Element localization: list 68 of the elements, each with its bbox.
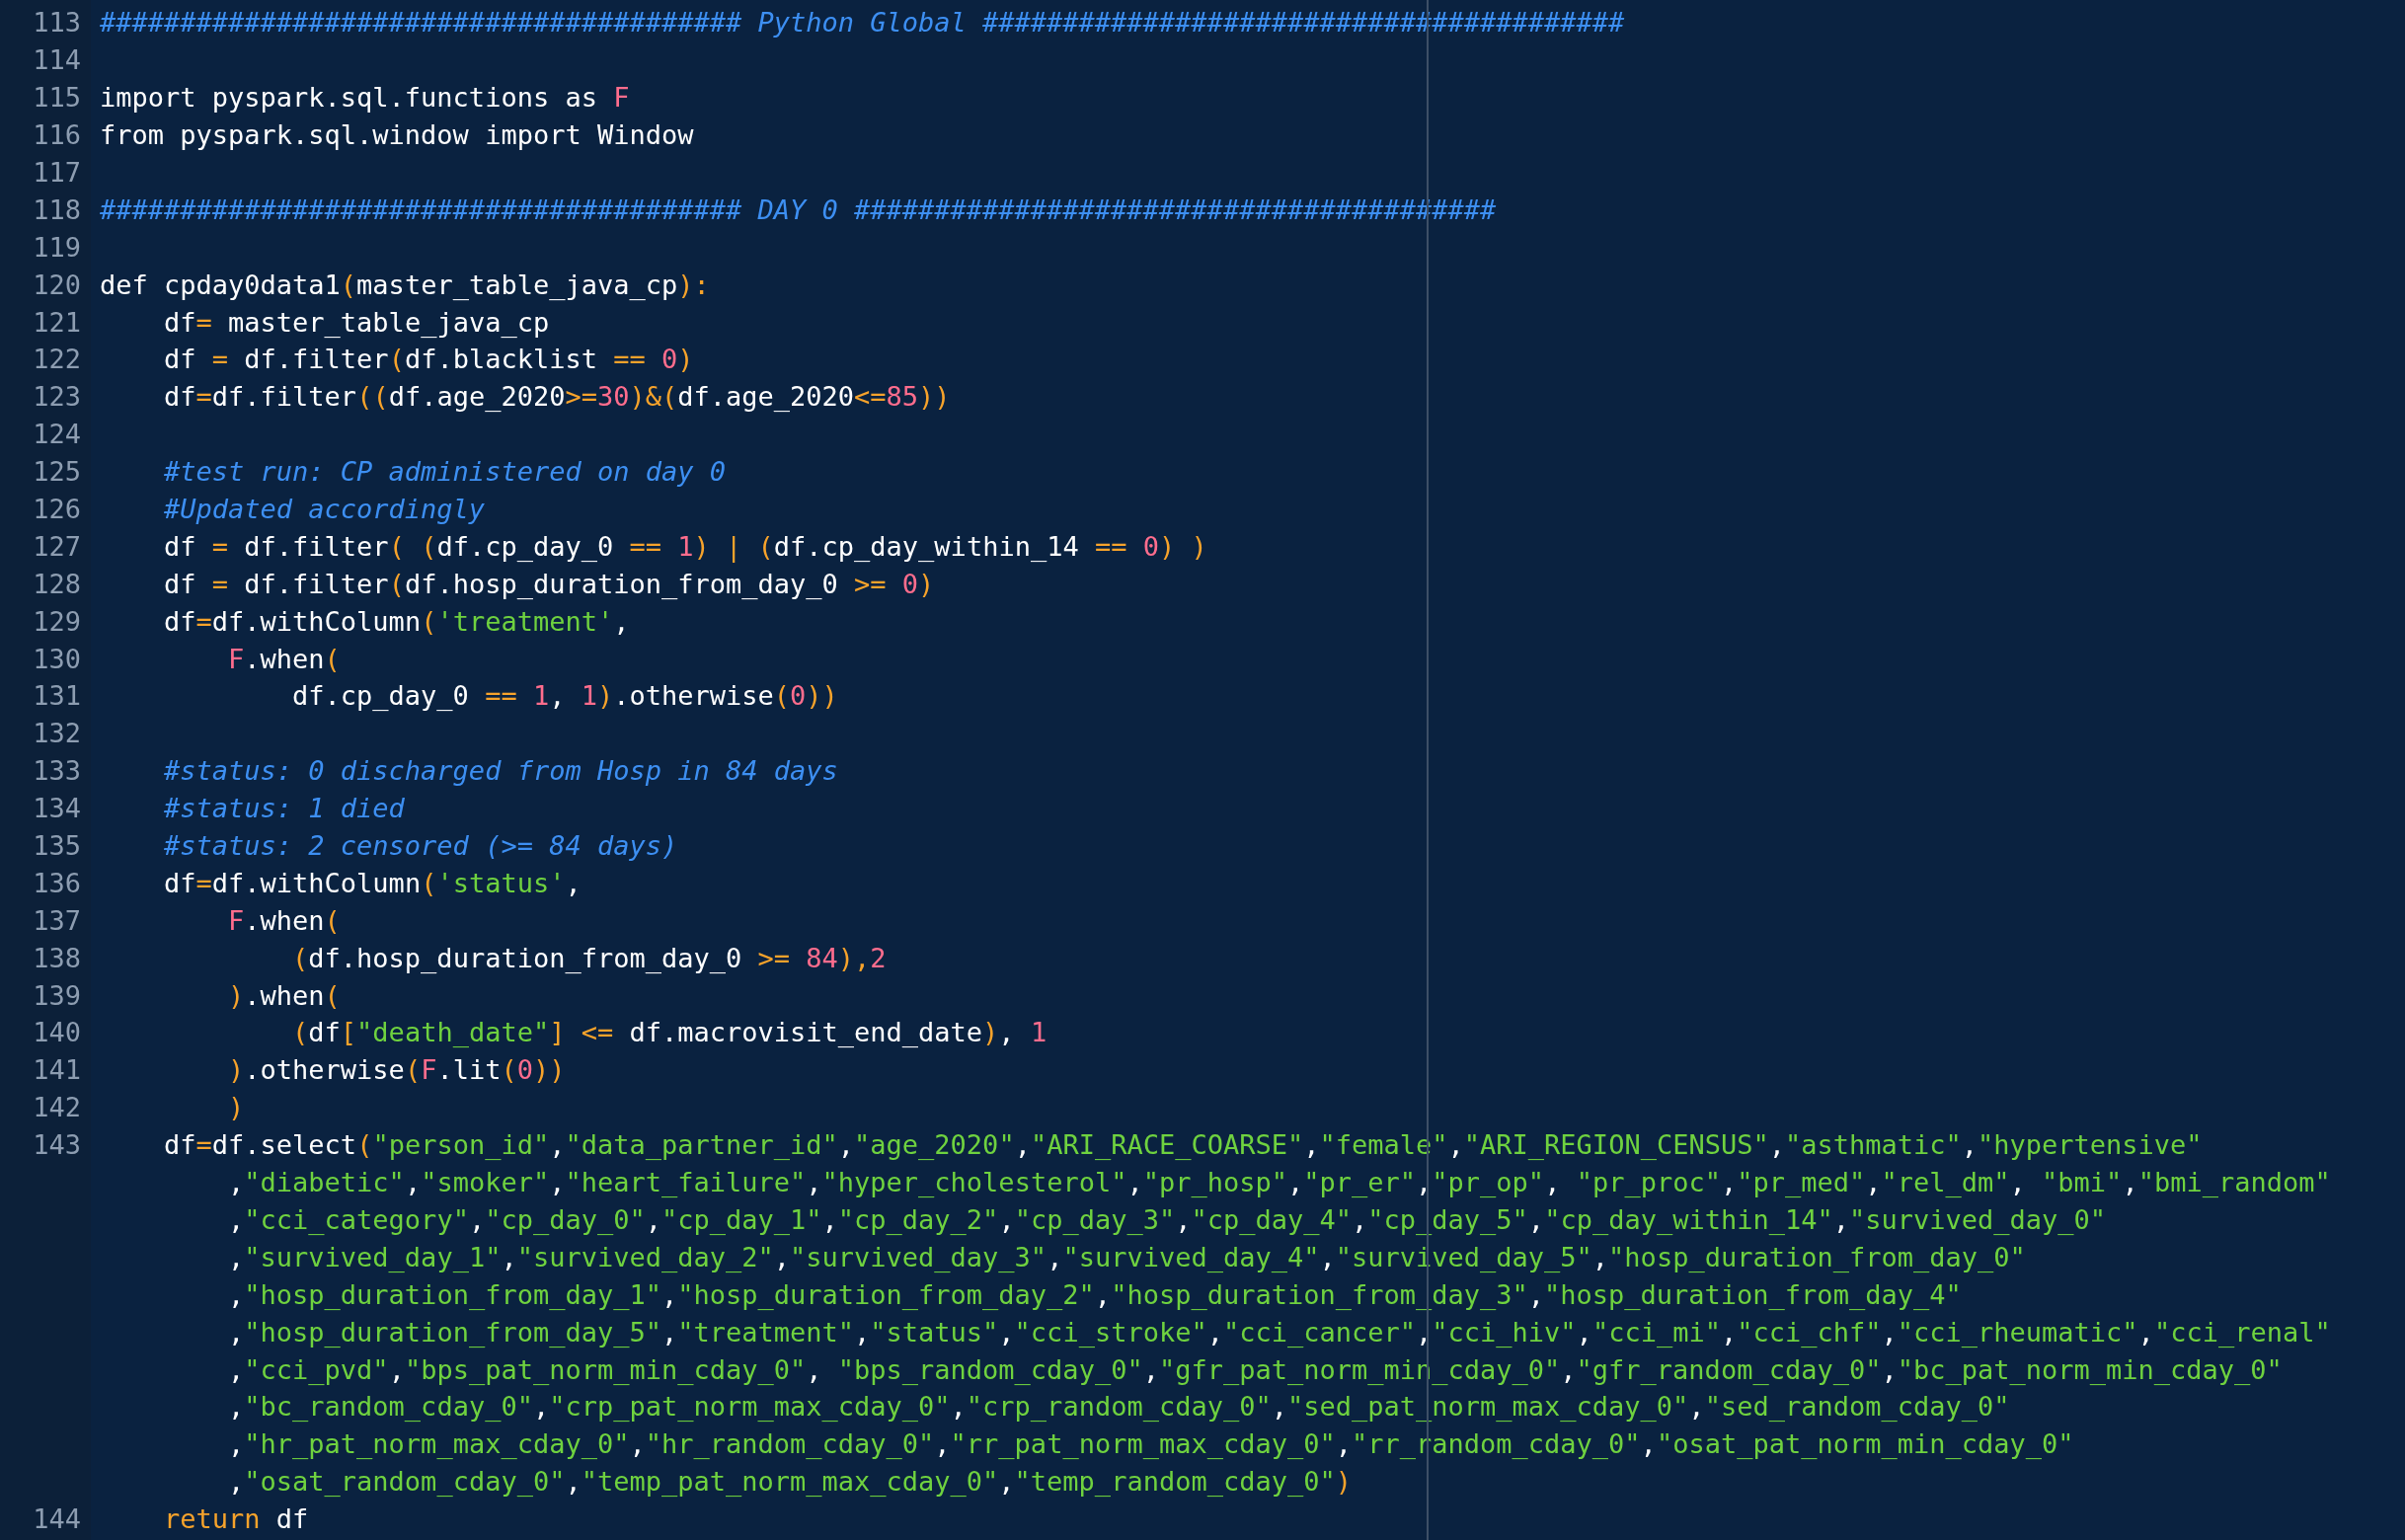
- line-number: 129: [33, 605, 81, 637]
- code-line: df = df.filter( (df.cp_day_0 == 1) | (df.cp_day_within_14 == 0) ): [163, 530, 1207, 562]
- code-line: def cpday0data1(master_table_java_cp):: [100, 269, 710, 300]
- code-line: ,"hr_pat_norm_max_cday_0","hr_random_cday_0","rr_pat_norm_max_cday_0","rr_random_cday_0","osat_pat_norm_min_cday_0": [227, 1428, 2074, 1460]
- line-number: 121: [33, 306, 81, 338]
- code-line: ): [227, 1092, 245, 1123]
- code-line: ,"hosp_duration_from_day_5","treatment","status","cci_stroke","cci_cancer","cci_hiv","cci_mi","cci_chf","cci_rheumatic","cci_renal": [227, 1316, 2331, 1348]
- code-line: from pyspark.sql.window import Window: [100, 119, 694, 151]
- code-line: #test run: CP administered on day 0: [163, 456, 726, 488]
- code-line: df=df.withColumn('treatment',: [163, 605, 630, 637]
- code-line: ######################################## Python Global ########################################: [100, 7, 1625, 38]
- code-line: ,"cci_category","cp_day_0","cp_day_1","cp_day_2","cp_day_3","cp_day_4","cp_day_5","cp_day_within_14","survived_day_0": [227, 1203, 2107, 1235]
- line-number: 135: [33, 830, 81, 862]
- line-number: 128: [33, 568, 81, 599]
- line-number: 144: [33, 1503, 81, 1535]
- line-number: 131: [33, 680, 81, 712]
- code-line: df= master_table_java_cp: [163, 306, 550, 338]
- code-line: ).otherwise(F.lit(0)): [227, 1054, 566, 1086]
- code-line: ,"bc_random_cday_0","crp_pat_norm_max_cday_0","crp_random_cday_0","sed_pat_norm_max_cday_0","sed_random_cday_0": [227, 1391, 2010, 1423]
- code-line: ######################################## DAY 0 ########################################: [100, 193, 1497, 225]
- code-line: ).when(: [227, 979, 341, 1011]
- code-line: ,"cci_pvd","bps_pat_norm_min_cday_0", "bps_random_cday_0","gfr_pat_norm_min_cday_0","gfr_random_cday_0","bc_pat_norm_min_cday_0": [227, 1353, 2283, 1385]
- code-line: ,"hosp_duration_from_day_1","hosp_duration_from_day_2","hosp_duration_from_day_3","hosp_duration_from_day_4": [227, 1278, 1962, 1310]
- line-number: 142: [33, 1092, 81, 1123]
- line-number: 133: [33, 755, 81, 787]
- line-number: 132: [33, 718, 81, 749]
- line-number: 122: [33, 344, 81, 375]
- code-line: #status: 0 discharged from Hosp in 84 days: [163, 755, 838, 787]
- line-number: 114: [33, 44, 81, 76]
- line-number: 125: [33, 456, 81, 488]
- code-line: F.when(: [227, 904, 341, 936]
- line-number: 137: [33, 904, 81, 936]
- code-line: (df["death_date"] <= df.macrovisit_end_date), 1: [291, 1017, 1047, 1048]
- line-number: 117: [33, 157, 81, 188]
- line-number: 141: [33, 1054, 81, 1086]
- line-number: 116: [33, 119, 81, 151]
- code-line: ,"survived_day_1","survived_day_2","survived_day_3","survived_day_4","survived_day_5","hosp_duration_from_day_0": [227, 1241, 2026, 1272]
- line-number: 143: [33, 1129, 81, 1161]
- code-line: ,"osat_random_cday_0","temp_pat_norm_max_cday_0","temp_random_cday_0"): [227, 1466, 1352, 1498]
- code-line: (df.hosp_duration_from_day_0 >= 84),2: [291, 942, 887, 973]
- line-number: 126: [33, 494, 81, 524]
- code-line: ,"diabetic","smoker","heart_failure","hyper_cholesterol","pr_hosp","pr_er","pr_op", "pr_proc","pr_med","rel_dm", "bmi","bmi_random": [227, 1167, 2331, 1198]
- code-line: df = df.filter(df.hosp_duration_from_day_0 >= 0): [163, 568, 935, 599]
- code-line: F.when(: [227, 643, 341, 674]
- line-number: 139: [33, 979, 81, 1011]
- line-number: 127: [33, 530, 81, 562]
- code-line: import pyspark.sql.functions as F: [100, 82, 630, 114]
- line-number: 140: [33, 1017, 81, 1048]
- code-line: #status: 2 censored (>= 84 days): [163, 830, 678, 862]
- code-line: #Updated accordingly: [163, 494, 486, 524]
- line-number: 115: [33, 82, 81, 114]
- line-number: 134: [33, 793, 81, 824]
- line-number: 118: [33, 193, 81, 225]
- code-line: df=df.withColumn('status',: [163, 867, 582, 898]
- line-number: 130: [33, 643, 81, 674]
- line-number: 136: [33, 867, 81, 898]
- code-line: #status: 1 died: [163, 793, 405, 824]
- code-line: return df: [163, 1503, 309, 1535]
- line-number: 124: [33, 419, 81, 450]
- line-number: 123: [33, 381, 81, 413]
- code-line: df = df.filter(df.blacklist == 0): [163, 344, 694, 375]
- code-line: df=df.filter((df.age_2020>=30)&(df.age_2020<=85)): [163, 381, 951, 413]
- line-number: 120: [33, 269, 81, 300]
- line-number: 138: [33, 942, 81, 973]
- code-line: df.cp_day_0 == 1, 1).otherwise(0)): [291, 680, 838, 712]
- code-line: df=df.select("person_id","data_partner_id","age_2020","ARI_RACE_COARSE","female","ARI_REGION_CENSUS","asthmatic","hypertensive": [163, 1129, 2203, 1161]
- line-number: 119: [33, 231, 81, 263]
- line-number: 113: [33, 7, 81, 38]
